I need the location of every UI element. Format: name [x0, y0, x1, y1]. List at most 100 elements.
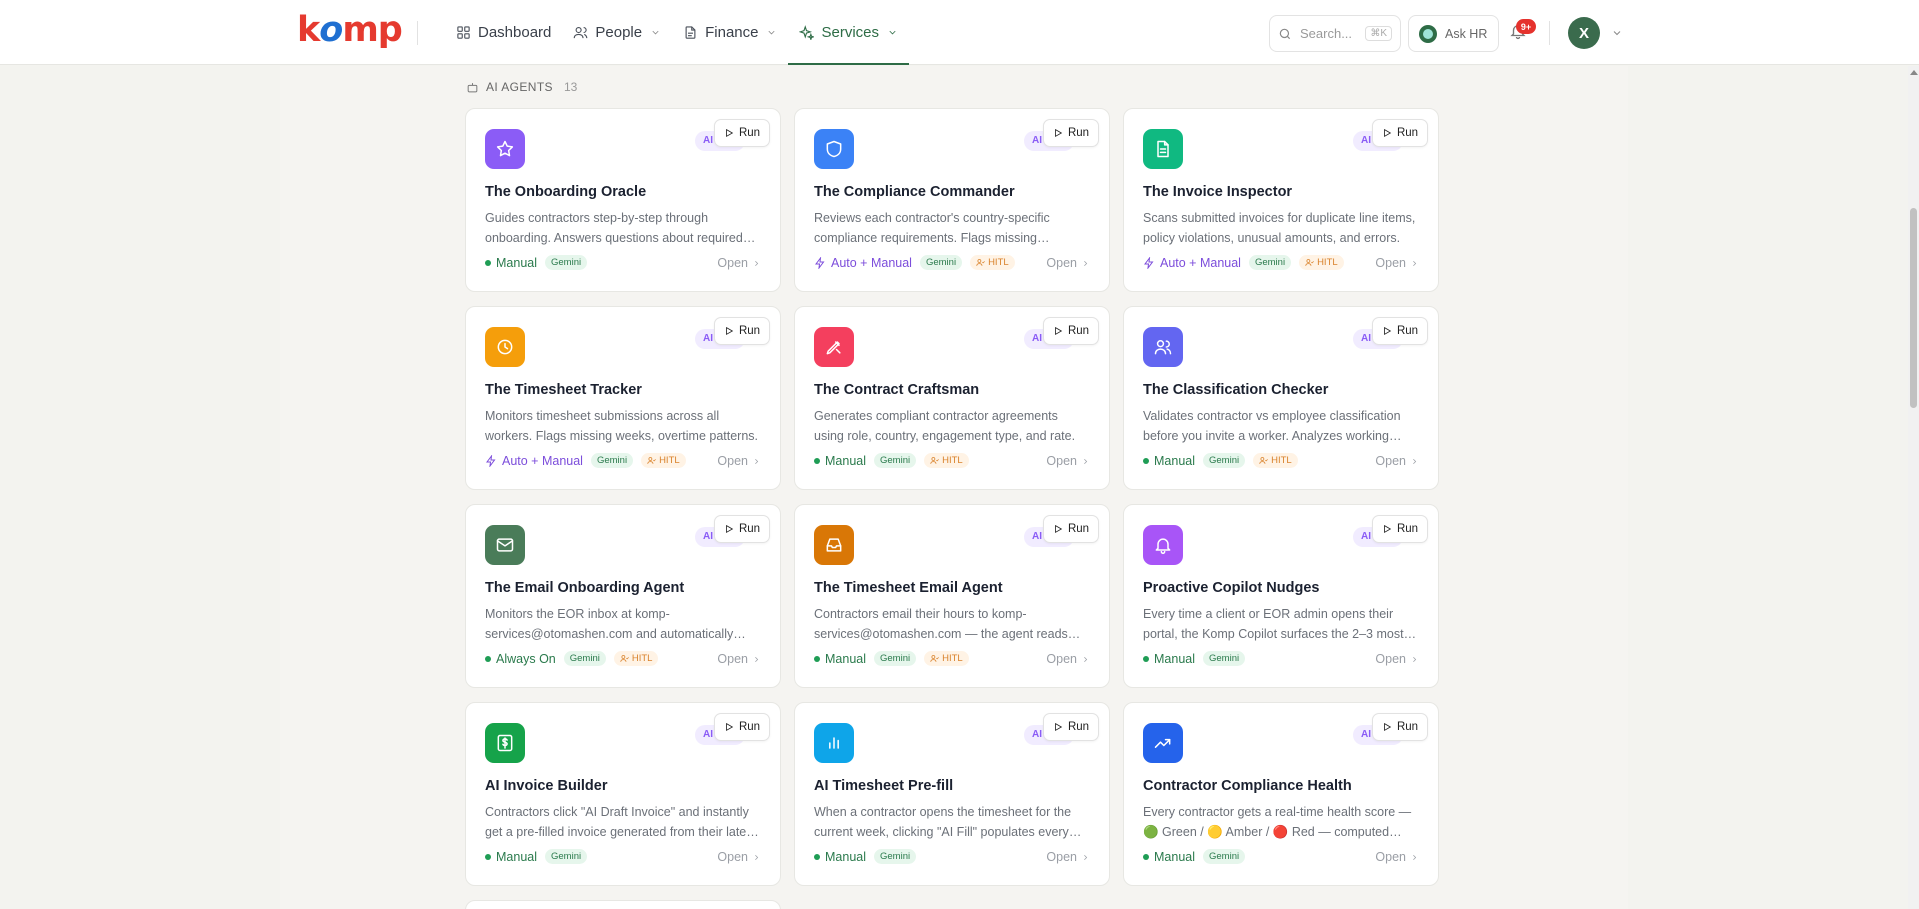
scroll-up-arrow[interactable] [1910, 70, 1918, 75]
agent-title: The Email Onboarding Agent [485, 580, 685, 596]
main-nav: Dashboard People Finance Services [445, 0, 909, 65]
trend-icon [1154, 738, 1171, 748]
komp-logo[interactable]: komp [297, 10, 403, 50]
agent-description: Scans submitted invoices for duplicate l… [1143, 211, 1416, 245]
agent-card[interactable]: AI Run Contractor Compliance Health Ever… [1123, 702, 1439, 886]
nav-dashboard[interactable]: Dashboard [445, 0, 562, 65]
run-button[interactable]: Run [1043, 119, 1099, 147]
agent-card[interactable]: AI Run The Invoice Inspector Scans submi… [1123, 108, 1439, 292]
search-box[interactable]: Search... ⌘K [1269, 15, 1401, 52]
gemini-tag: Gemini [874, 651, 917, 666]
agent-description: Monitors timesheet submissions across al… [485, 409, 759, 443]
section-header: AI AGENTS 13 [466, 80, 577, 94]
hitl-tag: HITL [1253, 453, 1298, 468]
run-button[interactable]: Run [1043, 317, 1099, 345]
status-dot [485, 655, 491, 662]
avatar-divider [1549, 21, 1550, 45]
run-button[interactable]: Run [714, 515, 770, 543]
hitl-tag: HITL [641, 453, 686, 468]
agent-card[interactable]: AI Run The Compliance Commander Reviews … [794, 108, 1110, 292]
user-avatar[interactable]: X [1568, 17, 1600, 49]
agent-card[interactable]: AI Run Proactive Copilot Nudges Every ti… [1123, 504, 1439, 688]
agent-card[interactable] [465, 900, 781, 909]
open-link[interactable]: Open [717, 256, 761, 270]
people-icon [1154, 340, 1172, 355]
gemini-tag: Gemini [590, 453, 634, 468]
mode-label: Auto + Manual [1160, 255, 1241, 270]
agent-card[interactable]: AI Run The Email Onboarding Agent Monito… [465, 504, 781, 688]
lightning-icon [486, 454, 496, 467]
run-button[interactable]: Run [1043, 515, 1099, 543]
gemini-tag: Gemini [874, 849, 917, 864]
agent-title: The Timesheet Email Agent [814, 580, 1003, 596]
run-button[interactable]: Run [1043, 713, 1099, 741]
open-link[interactable]: Open [1046, 652, 1090, 666]
run-button[interactable]: Run [1372, 713, 1428, 741]
person-icon [1305, 259, 1314, 266]
open-link[interactable]: Open [1375, 454, 1419, 468]
users-icon [574, 26, 588, 39]
run-label: Run [738, 127, 761, 139]
agent-title: AI Timesheet Pre-fill [814, 778, 954, 794]
open-link[interactable]: Open [1375, 256, 1419, 270]
agent-icon-box [1143, 129, 1183, 169]
agent-card[interactable]: AI Run The Contract Craftsman Generates … [794, 306, 1110, 490]
open-link[interactable]: Open [1375, 652, 1419, 666]
person-icon [620, 655, 629, 662]
run-button[interactable]: Run [1372, 119, 1428, 147]
gemini-tag: Gemini [563, 651, 606, 666]
agent-card[interactable]: AI Run The Onboarding Oracle Guides cont… [465, 108, 781, 292]
open-link[interactable]: Open [717, 652, 761, 666]
agent-meta: Auto + Manual Gemini HITL [814, 255, 1015, 270]
nav-people[interactable]: People [562, 0, 672, 65]
mode-label: Manual [1154, 453, 1195, 468]
run-button[interactable]: Run [714, 713, 770, 741]
agent-description: Contractors click "AI Draft Invoice" and… [485, 805, 756, 839]
nav-finance[interactable]: Finance [672, 0, 788, 65]
agent-card[interactable]: AI Run The Timesheet Tracker Monitors ti… [465, 306, 781, 490]
open-link[interactable]: Open [717, 454, 761, 468]
status-dot [1143, 457, 1149, 464]
play-icon [1384, 722, 1392, 732]
run-button[interactable]: Run [714, 317, 770, 345]
open-label: Open [1046, 652, 1077, 666]
chevron-right-icon [1413, 656, 1417, 662]
chevron-down-icon[interactable] [1611, 27, 1623, 39]
agent-card[interactable]: AI Run The Classification Checker Valida… [1123, 306, 1439, 490]
run-button[interactable]: Run [714, 119, 770, 147]
open-link[interactable]: Open [1375, 850, 1419, 864]
clock-icon [497, 339, 513, 355]
open-link[interactable]: Open [1046, 454, 1090, 468]
open-link[interactable]: Open [1046, 256, 1090, 270]
agents-grid: AI Run The Onboarding Oracle Guides cont… [465, 108, 1439, 886]
agent-meta: Always On Gemini HITL [485, 651, 659, 666]
open-link[interactable]: Open [1046, 850, 1090, 864]
run-button[interactable]: Run [1372, 317, 1428, 345]
ask-hr-button[interactable]: Ask HR [1408, 15, 1499, 52]
open-link[interactable]: Open [717, 850, 761, 864]
mode-label: Manual [825, 453, 866, 468]
open-label: Open [1375, 652, 1406, 666]
lightning-icon [1144, 256, 1154, 269]
agent-mode: Auto + Manual [1143, 256, 1241, 270]
scrollbar[interactable] [1908, 66, 1919, 909]
agent-mode: Manual [814, 652, 866, 666]
play-icon [726, 524, 734, 534]
agent-meta: Manual Gemini [485, 255, 588, 270]
run-button[interactable]: Run [1372, 515, 1428, 543]
scrollbar-thumb[interactable] [1910, 208, 1917, 408]
hitl-tag: HITL [924, 651, 969, 666]
person-icon [976, 259, 985, 266]
chevron-right-icon [1084, 854, 1088, 860]
dollar-icon [497, 734, 513, 752]
gemini-tag: Gemini [874, 453, 917, 468]
chevron-right-icon [1084, 458, 1088, 464]
agent-card[interactable]: AI Run AI Timesheet Pre-fill When a cont… [794, 702, 1110, 886]
agent-description: Contractors email their hours to komp-se… [814, 607, 1068, 641]
agent-card[interactable]: AI Run AI Invoice Builder Contractors cl… [465, 702, 781, 886]
agent-card[interactable]: AI Run The Timesheet Email Agent Contrac… [794, 504, 1110, 688]
agent-icon-box [814, 129, 854, 169]
section-count: 13 [563, 80, 578, 94]
nav-services[interactable]: Services [788, 0, 909, 65]
person-icon [930, 457, 939, 464]
